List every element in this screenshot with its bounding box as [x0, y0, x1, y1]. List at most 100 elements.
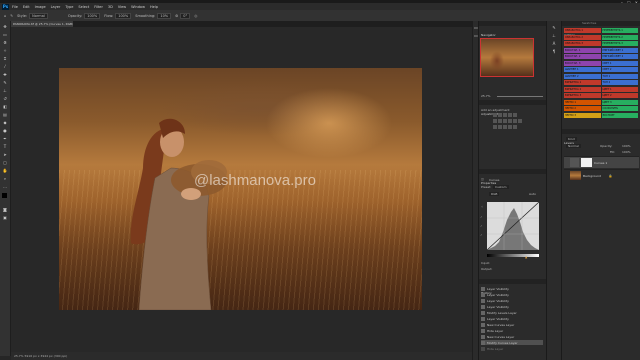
history-item[interactable]: Layer Visibility [481, 304, 543, 309]
blend-mode-select[interactable]: Normal [566, 144, 581, 148]
history-item[interactable]: Layer Visibility [481, 286, 543, 291]
gradient-map-icon[interactable] [508, 125, 512, 129]
shape-tool-icon[interactable]: ▢ [2, 160, 8, 165]
layer-opacity-value[interactable]: 100% [622, 144, 631, 148]
on-image-tool-icon[interactable]: ☝ [481, 205, 483, 209]
layer-row-background[interactable]: Background 🔒 [564, 169, 639, 181]
path-select-tool-icon[interactable]: ➤ [2, 152, 8, 157]
menu-help[interactable]: Help [150, 5, 158, 9]
action-button[interactable]: ЦВЕТ 2 [601, 93, 638, 98]
selective-color-icon[interactable] [513, 125, 517, 129]
action-button[interactable]: ПЕРЕВЕРНУТЬ 1 [601, 28, 638, 33]
home-icon[interactable]: ⌂ [4, 14, 6, 18]
action-button[interactable]: ОБРАБОТКА 2 [564, 34, 601, 40]
color-lookup-icon[interactable] [518, 119, 522, 123]
invert-icon[interactable] [493, 125, 497, 129]
history-item[interactable]: Hide Layer [481, 346, 543, 351]
layer-name[interactable]: Background [583, 174, 601, 178]
menu-select[interactable]: Select [78, 5, 89, 9]
layer-mask-thumbnail[interactable] [581, 158, 592, 167]
action-button[interactable]: ПЕРЕВЕРНУТЬ 2 [601, 34, 638, 40]
action-button[interactable]: ОБРАБОТКА 3 [564, 41, 601, 46]
layer-fill-value[interactable]: 100% [622, 150, 631, 154]
opacity-field[interactable]: 100% [84, 12, 101, 19]
action-button[interactable]: ВОССТАН. 1 [564, 47, 601, 53]
exposure-icon[interactable] [508, 113, 512, 117]
crop-tool-icon[interactable]: ⌗ [2, 56, 8, 61]
layer-row-curves[interactable]: Curves 1 [564, 156, 639, 168]
navigator-title[interactable]: Navigator [479, 33, 496, 37]
action-button[interactable]: ШАРПЕН 1 [564, 67, 601, 72]
healing-brush-tool-icon[interactable]: ✚ [2, 72, 8, 77]
action-button[interactable]: ВОССТАН. 3 [564, 60, 601, 66]
zoom-tool-icon[interactable]: ⌕ [2, 176, 8, 181]
action-button[interactable]: ПЕРЕВЕРНУТЬ 3 [601, 41, 638, 46]
blur-tool-icon[interactable]: ◆ [2, 120, 8, 125]
angle-field[interactable]: 0° [180, 12, 191, 19]
menu-file[interactable]: File [12, 5, 18, 9]
action-button[interactable]: ВИНЬЕТКА 3 [564, 93, 601, 98]
character-icon[interactable]: A [551, 41, 557, 46]
action-button[interactable]: ТОН 1 [601, 73, 638, 79]
brush-tool-icon[interactable]: ✎ [2, 80, 8, 85]
action-button[interactable]: СВЕТ 2 [601, 67, 638, 72]
lock-icon[interactable]: 🔒 [609, 174, 613, 178]
channel-select[interactable]: RGB [489, 192, 500, 196]
photo-canvas[interactable]: @lashmanova.pro [59, 68, 422, 310]
posterize-icon[interactable] [498, 125, 502, 129]
menu-window[interactable]: Window [131, 5, 145, 9]
type-tool-icon[interactable]: T [2, 144, 8, 149]
gray-eyedropper-icon[interactable]: ⁄ [481, 224, 482, 228]
pen-tool-icon[interactable]: ✒ [2, 136, 8, 141]
eraser-tool-icon[interactable]: ◧ [2, 104, 8, 109]
marquee-tool-icon[interactable]: ▭ [2, 32, 8, 37]
swatches-tab[interactable]: Swatches [580, 21, 596, 26]
curves-histogram[interactable] [487, 202, 539, 250]
hand-tool-icon[interactable]: ✋ [2, 168, 8, 173]
action-button[interactable]: ЗЕРНО 1 [564, 99, 601, 105]
vibrance-icon[interactable] [513, 113, 517, 117]
navigator-zoom-slider[interactable] [497, 96, 543, 97]
pressure-icon[interactable]: ◎ [194, 14, 197, 18]
smoothing-field[interactable]: 10% [157, 12, 172, 19]
gear-icon[interactable]: ⚙ [175, 14, 178, 18]
action-button[interactable]: ЗЕРНО 2 [564, 106, 601, 111]
preset-select[interactable]: Custom [493, 185, 509, 189]
color-balance-icon[interactable] [498, 119, 502, 123]
history-item[interactable]: Modify Levels Layer [481, 310, 543, 315]
gradient-tool-icon[interactable]: ▤ [2, 112, 8, 117]
history-item[interactable]: New Curves Layer [481, 322, 543, 327]
menu-image[interactable]: Image [35, 5, 46, 9]
auto-button[interactable]: Auto [529, 192, 536, 196]
action-button[interactable]: ВОССТАН. 2 [564, 54, 601, 59]
brush-settings-icon[interactable]: ✎ [551, 25, 557, 30]
brush-preset-icon[interactable]: ✎ [10, 14, 13, 18]
menu-filter[interactable]: Filter [94, 5, 103, 9]
eyedropper-tool-icon[interactable]: ⁄ [2, 64, 8, 69]
flow-field[interactable]: 100% [115, 12, 132, 19]
white-point-slider-icon[interactable]: ▲ [525, 255, 527, 259]
action-button[interactable]: ВИНЬЕТКА 2 [564, 86, 601, 92]
action-button[interactable]: ТОН 2 [601, 80, 638, 85]
history-item[interactable]: Layer Visibility [481, 316, 543, 321]
menu-layer[interactable]: Layer [51, 5, 61, 9]
menu-3d[interactable]: 3D [108, 5, 113, 9]
hue-sat-icon[interactable] [493, 119, 497, 123]
threshold-icon[interactable] [503, 125, 507, 129]
history-item-selected[interactable]: Modify Curves Layer [481, 340, 543, 345]
black-eyedropper-icon[interactable]: ⁄ [481, 215, 482, 219]
action-button[interactable]: СВЕТ 1 [601, 60, 638, 66]
navigator-zoom[interactable]: 25.7% [481, 94, 491, 98]
foreground-color-swatch[interactable] [2, 193, 7, 198]
quick-select-tool-icon[interactable]: ✧ [2, 48, 8, 53]
channel-mixer-icon[interactable] [513, 119, 517, 123]
clone-source-icon[interactable]: ⊥ [551, 33, 557, 38]
action-button[interactable]: ЦВЕТ 3 [601, 99, 638, 105]
action-button[interactable]: ОБРАБОТКА 1 [564, 28, 601, 33]
action-button[interactable]: ШАРПЕН 2 [564, 73, 601, 79]
action-button[interactable]: ВИНЬЕТКА 1 [564, 80, 601, 85]
action-button[interactable]: ЗЕРНО 3 [564, 112, 601, 118]
action-button[interactable]: МЯГКИЙ СВЕТ 1 [601, 47, 638, 53]
action-button[interactable]: ЭКСПОРТ [601, 112, 638, 118]
screen-mode-icon[interactable]: ▣ [2, 215, 8, 220]
